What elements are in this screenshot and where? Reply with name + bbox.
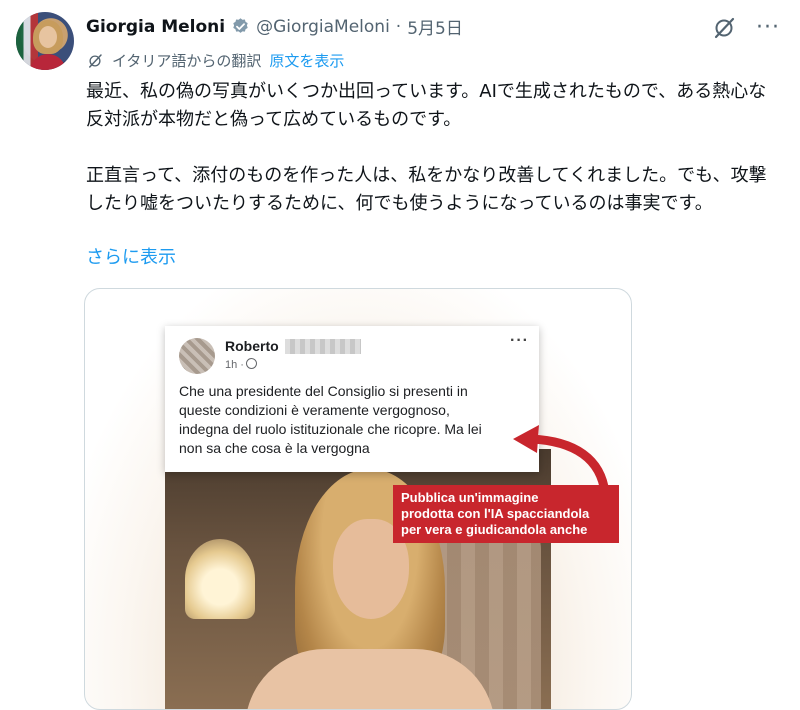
show-more-link[interactable]: さらに表示 <box>86 243 176 269</box>
translation-bar: イタリア語からの翻訳 原文を表示 <box>86 50 344 71</box>
show-original-link[interactable]: 原文を表示 <box>269 50 344 71</box>
post-time: 1h · <box>225 358 257 371</box>
caption-label: Pubblica un'immagine prodotta con l'IA s… <box>393 485 619 543</box>
avatar-face <box>39 26 57 48</box>
poster-name: Roberto <box>225 338 279 354</box>
post-time-text: 1h · <box>225 359 244 371</box>
post-text: Che una presidente del Consiglio si pres… <box>179 382 529 458</box>
author-handle[interactable]: @GiorgiaMeloni <box>256 17 390 37</box>
translation-note: イタリア語からの翻訳 <box>112 52 262 70</box>
tweet-actions-top: ··· <box>712 16 780 40</box>
tweet-text: 最近、私の偽の写真がいくつか出回っています。AIで生成されたもので、ある熱心な反… <box>86 78 776 218</box>
more-icon[interactable]: ··· <box>756 17 780 39</box>
caption-line-1: Pubblica un'immagine <box>401 490 539 505</box>
embedded-facebook-post: Roberto 1h · ··· Che una presidente del … <box>165 326 539 472</box>
tweet-date[interactable]: 5月5日 <box>407 14 463 39</box>
tweet-header: Giorgia Meloni @GiorgiaMeloni · 5月5日 <box>86 14 463 40</box>
verified-badge-icon <box>231 17 250 36</box>
caption-line-2: prodotta con l'IA spacciandola <box>401 506 590 521</box>
tweet-paragraph-2: 正直言って、添付のものを作った人は、私をかなり改善してくれました。でも、攻撃した… <box>86 165 767 214</box>
grok-icon[interactable] <box>712 16 736 40</box>
separator-dot: · <box>395 16 402 37</box>
post-line-4: non sa che cosa è la vergogna <box>179 440 370 456</box>
poster-surname-blurred <box>285 339 361 354</box>
lamp <box>185 539 255 619</box>
caption-line-3: per vera e giudicandola anche <box>401 522 588 537</box>
post-line-1: Che una presidente del Consiglio si pres… <box>179 383 468 399</box>
poster-avatar <box>179 338 215 374</box>
tweet-paragraph-1: 最近、私の偽の写真がいくつか出回っています。AIで生成されたもので、ある熱心な反… <box>86 81 767 130</box>
translate-icon <box>89 53 102 68</box>
post-line-3: indegna del ruolo istituzionale che rico… <box>179 421 482 437</box>
post-more-icon: ··· <box>510 332 529 349</box>
author-avatar[interactable] <box>16 12 74 70</box>
globe-icon <box>245 358 257 369</box>
tweet-media-image[interactable]: Roberto 1h · ··· Che una presidente del … <box>84 288 632 710</box>
author-name[interactable]: Giorgia Meloni <box>86 17 225 37</box>
post-line-2: queste condizioni è veramente vergognoso… <box>179 402 450 418</box>
